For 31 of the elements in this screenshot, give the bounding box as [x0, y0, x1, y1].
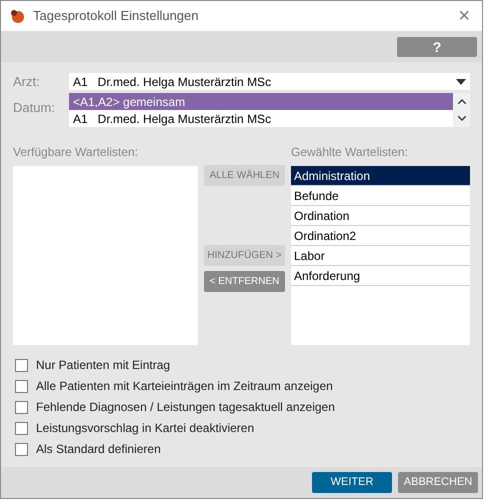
- checkbox[interactable]: [15, 400, 28, 414]
- chosen-lists-label: Gewählte Wartelisten:: [291, 144, 409, 160]
- scroll-down-icon[interactable]: [458, 116, 466, 121]
- date-label: Datum:: [13, 99, 56, 117]
- scrollbar[interactable]: [453, 93, 470, 127]
- checkbox[interactable]: [15, 358, 28, 372]
- option-label: Alle Patienten mit Karteieinträgen im Zeitraum anzeigen: [36, 378, 333, 395]
- scroll-up-icon[interactable]: [458, 99, 466, 104]
- list-item[interactable]: Administration: [291, 166, 470, 186]
- list-item[interactable]: Ordination: [291, 206, 470, 226]
- list-item[interactable]: Labor: [291, 246, 470, 266]
- option-label: Fehlende Diagnosen / Leistungen tagesaktuell anzeigen: [36, 399, 335, 416]
- available-lists-label: Verfügbare Wartelisten:: [13, 144, 139, 160]
- dropdown-arrow-icon: [456, 78, 466, 84]
- window-title: Tagesprotokoll Einstellungen: [33, 7, 200, 26]
- list-item[interactable]: Ordination2: [291, 226, 470, 246]
- list-item[interactable]: Anforderung: [291, 266, 470, 286]
- option-label: Als Standard definieren: [36, 441, 161, 458]
- chosen-list[interactable]: Administration Befunde Ordination Ordination2 Labor Anforderung: [291, 166, 470, 345]
- app-logo-icon: [9, 8, 25, 24]
- close-button[interactable]: ×: [454, 6, 474, 26]
- option-label: Leistungsvorschlag in Kartei deaktivieren: [36, 420, 254, 437]
- continue-button[interactable]: WEITER: [312, 472, 392, 493]
- option-label: Nur Patienten mit Eintrag: [36, 357, 170, 374]
- dropdown-option[interactable]: <A1,A2> gemeinsam: [69, 93, 453, 110]
- list-item[interactable]: Befunde: [291, 186, 470, 206]
- checkbox[interactable]: [15, 442, 28, 456]
- checkbox[interactable]: [15, 422, 28, 434]
- checkbox[interactable]: [15, 380, 28, 392]
- doctor-label: Arzt:: [13, 72, 41, 91]
- doctor-select[interactable]: A1 Dr.med. Helga Musterärztin MSc: [69, 73, 470, 90]
